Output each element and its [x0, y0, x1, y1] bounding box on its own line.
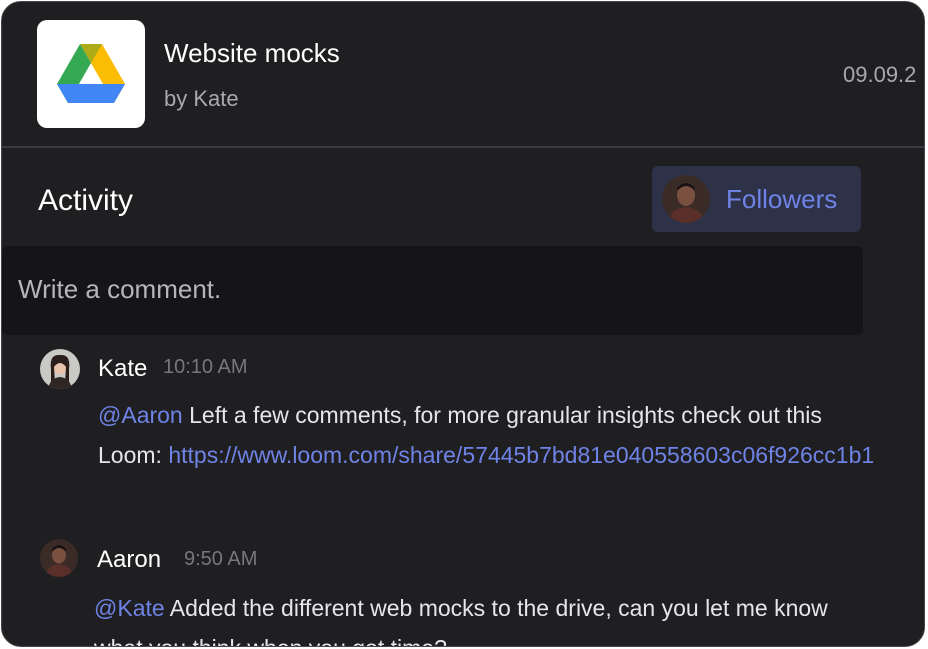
kate-avatar [40, 349, 80, 389]
header-divider [2, 146, 924, 148]
mention-link[interactable]: @Aaron [98, 402, 183, 428]
followers-button[interactable]: Followers [652, 166, 861, 232]
file-author: by Kate [164, 86, 239, 111]
google-drive-icon [37, 20, 145, 128]
comment-author: Aaron [97, 546, 162, 573]
comment-input[interactable]: Write a comment. [2, 246, 863, 335]
activity-panel: Website mocks by Kate 09.09.2 Activity F… [1, 1, 925, 647]
comment-placeholder: Write a comment. [18, 274, 222, 304]
file-title: Website mocks [164, 38, 340, 68]
file-header: Website mocks by Kate 09.09.2 [2, 2, 924, 146]
follower-avatar [662, 175, 710, 223]
comment-time: 10:10 AM [163, 356, 248, 378]
activity-heading: Activity [38, 184, 134, 217]
comment-text-part: Added the different web mocks to the dri… [94, 595, 828, 646]
comment-text: @Kate Added the different web mocks to t… [94, 588, 874, 646]
aaron-avatar [40, 539, 78, 577]
loom-link[interactable]: https://www.loom.com/share/57445b7bd81e0… [168, 442, 874, 468]
comment-author: Kate [98, 355, 148, 382]
comment-time: 9:50 AM [184, 548, 258, 570]
mention-link[interactable]: @Kate [94, 595, 165, 621]
file-date: 09.09.2 [843, 62, 917, 87]
comment-text: @Aaron Left a few comments, for more gra… [98, 395, 878, 475]
followers-label: Followers [726, 183, 838, 214]
